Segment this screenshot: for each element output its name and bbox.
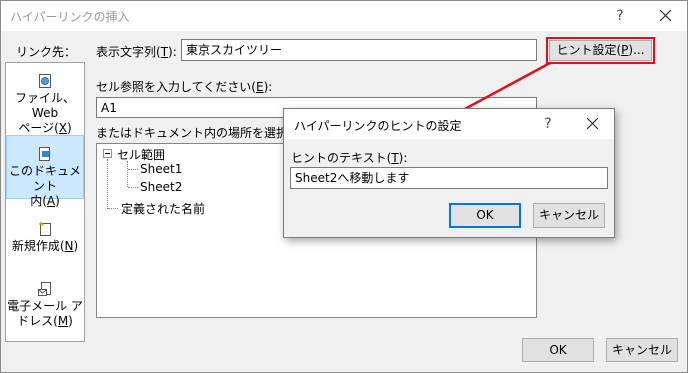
web-page-icon [39,74,51,88]
help-icon: ? [544,116,552,132]
title-bar: ハイパーリンクの挿入 ? [1,1,687,31]
tree-connector [128,187,138,188]
cell-ref-label-prefix: セル参照を入力してください( [96,80,256,94]
screentip-text-input[interactable]: Sheet2へ移動します [290,167,608,189]
display-text-mnemonic: T [160,45,169,59]
tree-connector [128,169,138,170]
link-item-label: ページ( [18,121,59,135]
tree-node-cell-range[interactable]: セル範囲 [117,146,165,163]
cell-ref-mnemonic: E [255,80,264,94]
help-button[interactable]: ? [606,5,634,27]
email-icon [38,282,51,296]
link-item-label-end: ) [67,121,72,135]
link-item-label: ドレス( [17,314,58,328]
document-place-icon [39,147,50,161]
link-item-create-new[interactable]: 新規作成(N) [6,221,84,254]
close-icon [586,117,598,130]
display-text-label-prefix: 表示文字列( [96,45,161,59]
link-item-mnemonic: M [57,314,69,328]
link-item-mnemonic: X [58,121,67,135]
link-item-file-web[interactable]: ファイル、Web ページ(X) [6,73,84,136]
link-to-label: リンク先： [16,45,77,59]
link-item-label: このドキュメント [8,164,81,193]
link-item-this-document[interactable]: このドキュメント 内(A) [6,135,84,208]
ok-button[interactable]: OK [522,338,594,362]
tree-node-sheet2[interactable]: Sheet2 [140,180,182,194]
screentip-close-button[interactable] [578,113,606,135]
screentip-text-label: ヒントのテキスト(T): [291,149,407,166]
new-document-icon [39,221,51,236]
display-text-label-suffix: ): [168,45,177,59]
help-icon: ? [616,8,624,24]
link-item-label-end: ) [55,194,60,208]
cancel-button[interactable]: キャンセル [606,338,678,362]
screentip-dialog-title: ハイパーリンクのヒントの設定 [294,119,462,133]
link-to-panel: ファイル、Web ページ(X) このドキュメント 内(A) 新規作成(N) 電子… [5,62,85,342]
place-in-document-label: またはドキュメント内の場所を選択してくだ [96,126,286,140]
collapse-icon[interactable] [103,149,112,158]
screentip-ok-button[interactable]: OK [449,203,521,228]
link-item-label: 新規作成( [11,239,65,253]
link-item-label: 内( [30,194,47,208]
close-button[interactable] [651,5,679,27]
screentip-dialog: ハイパーリンクのヒントの設定 ? ヒントのテキスト(T): Sheet2へ移動し… [283,108,615,238]
screentip-help-button[interactable]: ? [534,113,562,135]
cell-ref-label: セル参照を入力してください(E): [96,78,272,95]
dialog-title: ハイパーリンクの挿入 [10,10,130,24]
tree-connector [108,208,118,209]
link-item-email[interactable]: 電子メール ア ドレス(M) [6,281,84,329]
tree-node-defined-names[interactable]: 定義された名前 [121,200,205,217]
screentip-cancel-button[interactable]: キャンセル [533,203,605,228]
screentip-text-mnemonic: T [391,151,399,165]
tree-connector [107,159,108,209]
link-item-label: ファイル、Web [14,91,75,120]
screentip-title-bar: ハイパーリンクのヒントの設定 ? [284,109,614,139]
link-item-label-end: ) [73,239,79,253]
link-item-label: 電子メール ア [7,299,83,313]
link-item-label-end: ) [68,314,73,328]
screentip-text-label-prefix: ヒントのテキスト( [291,151,392,165]
annotation-highlight-box [546,37,655,64]
screentip-text-label-suffix: ): [398,151,408,165]
close-icon [659,9,671,22]
tree-node-sheet1[interactable]: Sheet1 [140,162,182,176]
tree-connector [127,161,128,187]
display-text-label: 表示文字列(T): [96,43,177,60]
display-text-input[interactable]: 東京スカイツリー [181,39,537,61]
cell-ref-label-suffix: ): [263,80,273,94]
link-item-mnemonic: A [46,194,56,208]
